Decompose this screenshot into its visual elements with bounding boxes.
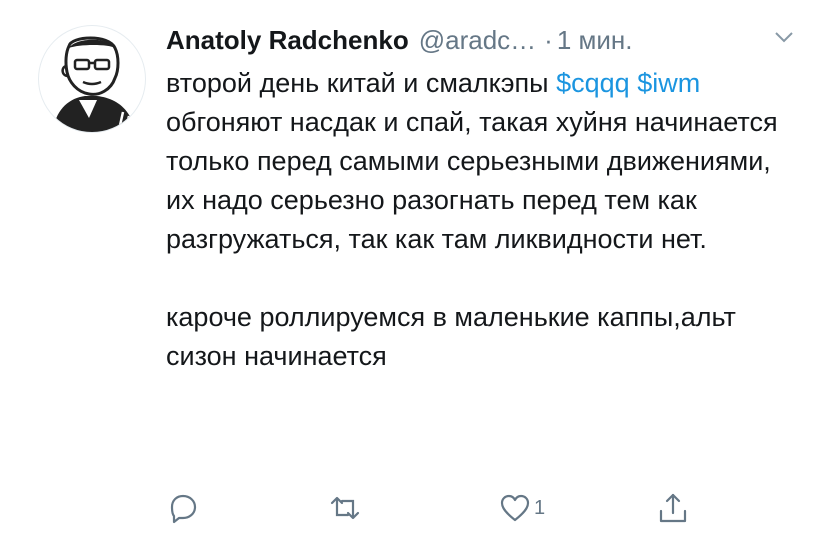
share-button[interactable] xyxy=(656,488,690,528)
tweet-text-segment: второй день китай и смалкэпы xyxy=(166,68,557,98)
author-name[interactable]: Anatoly Radchenko xyxy=(166,25,409,56)
share-icon xyxy=(659,493,687,523)
cashtag-cqqq-link[interactable]: $cqqq xyxy=(556,68,630,98)
tweet-text-segment: обгоняют насдак и спай, такая хуйня начи… xyxy=(166,107,778,254)
avatar-illustration xyxy=(53,36,135,132)
separator-dot: · xyxy=(544,24,553,55)
timestamp[interactable]: 1 мин. xyxy=(557,25,633,56)
avatar[interactable] xyxy=(38,25,146,133)
author-handle[interactable]: @aradc… xyxy=(419,25,536,56)
retweet-button[interactable] xyxy=(328,488,362,528)
retweet-icon xyxy=(330,496,360,520)
tweet-text: второй день китай и смалкэпы $cqqq $iwm … xyxy=(166,64,786,376)
tweet-paragraph-2: кароче роллируемся в маленькие каппы,аль… xyxy=(166,302,736,371)
like-button[interactable]: 1 xyxy=(498,488,545,528)
chevron-down-icon[interactable] xyxy=(774,30,794,44)
tweet-header: Anatoly Radchenko @aradc… · 1 мин. xyxy=(166,20,806,60)
reply-icon xyxy=(170,494,197,524)
reply-button[interactable] xyxy=(166,488,200,528)
cashtag-iwm-link[interactable]: $iwm xyxy=(637,68,700,98)
tweet-actions: 1 xyxy=(166,488,706,528)
tweet-paragraph-1: второй день китай и смалкэпы $cqqq $iwm … xyxy=(166,64,786,259)
heart-icon xyxy=(500,494,530,522)
like-count: 1 xyxy=(534,496,546,519)
